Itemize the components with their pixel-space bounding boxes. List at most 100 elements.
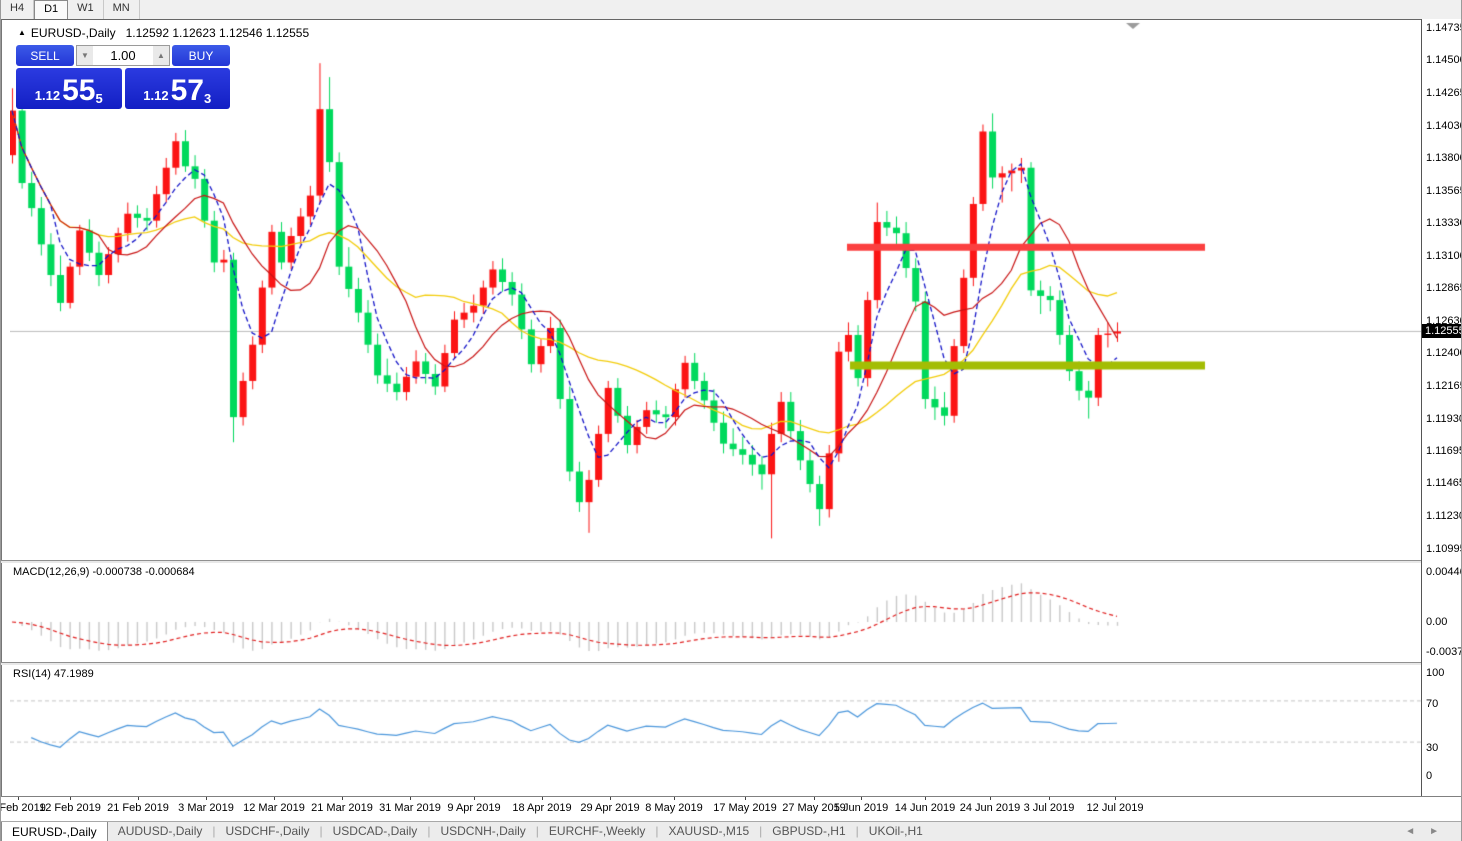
date-tick [1115, 797, 1116, 800]
timeframe-button-d1[interactable]: D1 [34, 0, 68, 19]
chart-tab-xauusd-m15[interactable]: XAUUSD-,M15 [658, 822, 759, 841]
ohlc-readout: 1.12592 1.12623 1.12546 1.12555 [126, 26, 310, 40]
chart-title: ▲ EURUSD-,Daily 1.12592 1.12623 1.12546 1.… [18, 26, 309, 40]
chart-tab-eurchf-weekly[interactable]: EURCHF-,Weekly [539, 822, 655, 841]
date-axis-label: 12 Mar 2019 [243, 802, 305, 814]
date-tick [610, 797, 611, 800]
sell-price-big: 55 [62, 76, 95, 106]
chart-tab-usdchf-daily[interactable]: USDCHF-,Daily [216, 822, 320, 841]
volume-decrease-icon[interactable]: ▼ [77, 46, 93, 65]
sell-price-prefix: 1.12 [35, 86, 60, 106]
date-axis-label: 5 Jun 2019 [834, 802, 888, 814]
date-tick [674, 797, 675, 800]
indicator-axis-label: 70 [1426, 698, 1438, 710]
volume-input[interactable]: 1.00 [93, 46, 153, 65]
date-axis[interactable]: 3 Feb 201912 Feb 201921 Feb 20193 Mar 20… [1, 796, 1462, 822]
price-axis-label: 1.14735 [1426, 22, 1462, 34]
tab-scroll-left-icon[interactable]: ◄ [1405, 826, 1429, 837]
date-tick [206, 797, 207, 800]
price-axis-label: 1.12865 [1426, 282, 1462, 294]
price-axis-label: 1.11230 [1426, 510, 1462, 522]
collapse-one-click-icon[interactable]: ▲ [18, 28, 26, 37]
price-axis-label: 1.14030 [1426, 120, 1462, 132]
timeframe-button-w1[interactable]: W1 [68, 0, 104, 19]
date-tick [342, 797, 343, 800]
date-axis-label: 12 Feb 2019 [39, 802, 101, 814]
chart-tab-eurusd-daily[interactable]: EURUSD-,Daily [1, 822, 108, 841]
date-tick [274, 797, 275, 800]
timeframe-toolbar: H4D1W1MN [1, 0, 1462, 20]
date-axis-label: 8 May 2019 [645, 802, 702, 814]
sell-button[interactable]: SELL [16, 45, 74, 66]
buy-price-prefix: 1.12 [143, 86, 168, 106]
date-tick [814, 797, 815, 800]
sell-price-box[interactable]: 1.12555 [16, 68, 122, 109]
indicator-axis-label: 30 [1426, 742, 1438, 754]
timeframe-button-mn[interactable]: MN [104, 0, 140, 19]
symbol-period-label: EURUSD-,Daily [31, 26, 116, 40]
date-tick [474, 797, 475, 800]
rsi-pane[interactable]: RSI(14) 47.1989 [1, 665, 1421, 796]
date-axis-label: 24 Jun 2019 [960, 802, 1021, 814]
macd-label: MACD(12,26,9) -0.000738 -0.000684 [13, 566, 195, 578]
macd-canvas [10, 563, 1422, 662]
date-tick [861, 797, 862, 800]
rsi-label: RSI(14) 47.1989 [13, 668, 94, 680]
date-axis-label: 9 Apr 2019 [447, 802, 500, 814]
volume-increase-icon[interactable]: ▲ [153, 46, 169, 65]
volume-spinner: ▼ 1.00 ▲ [76, 45, 170, 66]
date-axis-label: 14 Jun 2019 [895, 802, 956, 814]
date-axis-label: 3 Mar 2019 [178, 802, 234, 814]
buy-button[interactable]: BUY [172, 45, 230, 66]
timeframe-button-h4[interactable]: H4 [1, 0, 34, 19]
chart-tab-bar: EURUSD-,DailyAUDUSD-,Daily|USDCHF-,Daily… [1, 821, 1462, 841]
date-tick [745, 797, 746, 800]
date-axis-label: 21 Mar 2019 [311, 802, 373, 814]
date-tick [138, 797, 139, 800]
buy-price-big: 57 [171, 76, 204, 106]
chart-tab-gbpusd-h1[interactable]: GBPUSD-,H1 [762, 822, 855, 841]
date-tick [18, 797, 19, 800]
price-axis-label: 1.13565 [1426, 185, 1462, 197]
one-click-trading-widget: SELL ▼ 1.00 ▲ BUY 1.12555 1.12573 [16, 45, 230, 109]
chart-tab-ukoil-h1[interactable]: UKOil-,H1 [859, 822, 933, 841]
date-axis-label: 17 May 2019 [713, 802, 777, 814]
date-axis-label: 21 Feb 2019 [107, 802, 169, 814]
price-axis[interactable]: 1.147351.145001.142651.140301.138001.135… [1421, 19, 1462, 796]
macd-pane[interactable]: MACD(12,26,9) -0.000738 -0.000684 [1, 563, 1421, 662]
buy-price-box[interactable]: 1.12573 [125, 68, 231, 109]
indicator-axis-label: 0.004465 [1426, 566, 1462, 578]
price-axis-label: 1.11930 [1426, 413, 1462, 425]
price-axis-label: 1.11465 [1426, 477, 1462, 489]
price-axis-label: 1.13100 [1426, 250, 1462, 262]
indicator-axis-label: 0 [1426, 770, 1432, 782]
price-axis-label: 1.12400 [1426, 347, 1462, 359]
rsi-canvas [10, 665, 1422, 796]
date-axis-label: 31 Mar 2019 [379, 802, 441, 814]
chart-tab-usdcnh-daily[interactable]: USDCNH-,Daily [430, 822, 535, 841]
sell-price-sup: 5 [95, 92, 102, 106]
tab-scroll-right-icon[interactable]: ► [1429, 826, 1453, 837]
price-axis-label: 1.11695 [1426, 445, 1462, 457]
date-axis-label: 29 Apr 2019 [580, 802, 639, 814]
tab-scroll-arrows[interactable]: ◄► [1405, 826, 1453, 837]
indicator-axis-label: 100 [1426, 667, 1444, 679]
chart-tab-usdcad-daily[interactable]: USDCAD-,Daily [323, 822, 428, 841]
price-axis-label: 1.14265 [1426, 87, 1462, 99]
price-axis-label: 1.12165 [1426, 380, 1462, 392]
price-chart-pane[interactable]: ▲ EURUSD-,Daily 1.12592 1.12623 1.12546 1.… [1, 19, 1421, 560]
buy-price-sup: 3 [204, 92, 211, 106]
mt4-terminal: H4D1W1MN ▲ EURUSD-,Daily 1.12592 1.12623 1… [0, 0, 1462, 841]
date-tick [542, 797, 543, 800]
price-axis-label: 1.13800 [1426, 152, 1462, 164]
price-axis-label: 1.13330 [1426, 217, 1462, 229]
price-axis-label: 1.10995 [1426, 543, 1462, 555]
indicator-axis-label: 0.00 [1426, 616, 1447, 628]
indicator-axis-label: -0.003715 [1426, 646, 1462, 658]
current-price-tag: 1.12555 [1422, 324, 1462, 338]
date-tick [925, 797, 926, 800]
chart-tab-audusd-daily[interactable]: AUDUSD-,Daily [108, 822, 213, 841]
date-tick [410, 797, 411, 800]
date-axis-label: 18 Apr 2019 [512, 802, 571, 814]
date-axis-label: 3 Jul 2019 [1024, 802, 1075, 814]
